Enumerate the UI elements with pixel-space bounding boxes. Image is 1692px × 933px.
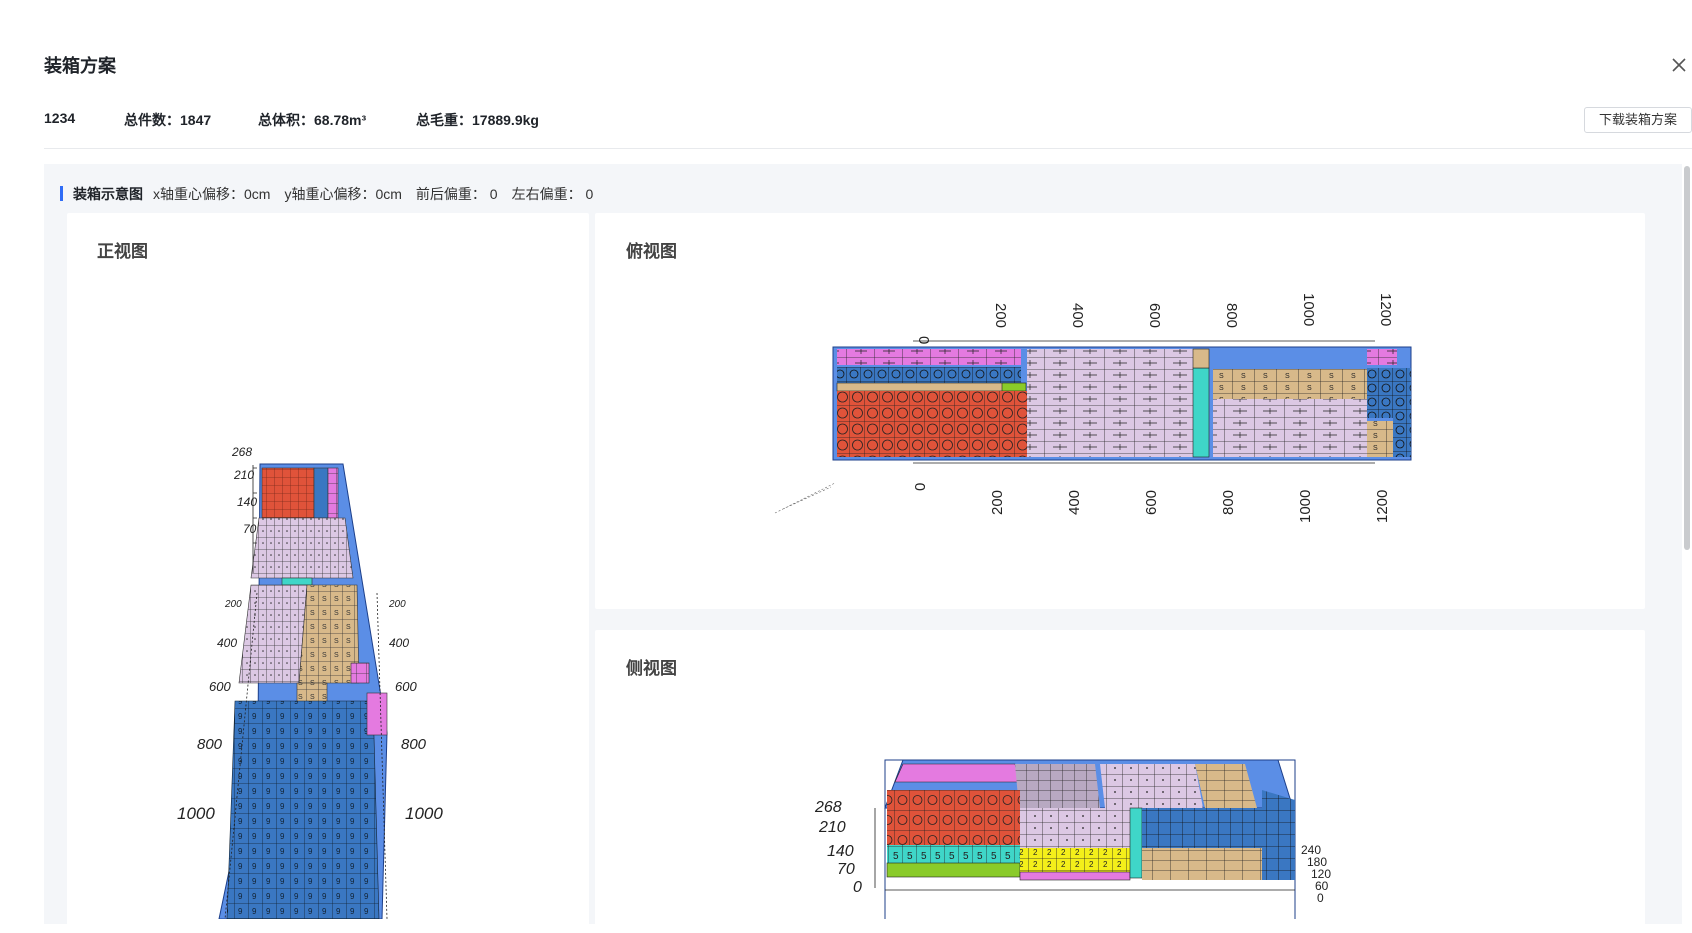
top-axis-tick-400: 400 <box>1069 303 1086 328</box>
side-tick-268: 268 <box>814 799 842 816</box>
bottom-axis-tick-0: 0 <box>912 483 929 491</box>
header-divider <box>44 148 1692 149</box>
front-tick-268: 268 <box>231 445 252 459</box>
bottom-axis-tick-800: 800 <box>1220 490 1237 515</box>
top-axis-tick-1200: 1200 <box>1377 293 1394 326</box>
total-pieces: 总件数：1847 <box>124 112 212 128</box>
y-offset: y轴重心偏移：0cm <box>284 186 402 202</box>
side-tick-210: 210 <box>818 819 846 836</box>
scrollbar-thumb[interactable] <box>1684 166 1690 550</box>
accent-bar <box>60 186 63 201</box>
x-offset: x轴重心偏移：0cm <box>153 186 271 202</box>
bottom-axis-tick-400: 400 <box>1066 490 1083 515</box>
front-left-tick-200: 200 <box>224 599 242 610</box>
top-length-labels-bottom: 0 200 400 600 800 1000 1200 <box>912 483 1391 523</box>
front-right-tick-800: 800 <box>401 736 427 753</box>
front-view-diagram: S 9 268 210 140 70 200 400 600 800 1000 … <box>177 445 443 919</box>
front-left-tick-800: 800 <box>197 736 223 753</box>
total-volume: 总体积：68.78m³ <box>258 112 367 128</box>
side-tick-140: 140 <box>827 843 854 860</box>
front-tick-70: 70 <box>243 522 257 536</box>
top-axis-tick-800: 800 <box>1223 303 1240 328</box>
front-length-labels-right: 200 400 600 800 1000 <box>388 599 443 823</box>
top-axis-tick-200: 200 <box>992 303 1009 328</box>
front-left-tick-400: 400 <box>217 636 237 650</box>
bottom-axis-tick-600: 600 <box>1143 490 1160 515</box>
front-right-tick-1000: 1000 <box>405 804 443 823</box>
side-tick-0: 0 <box>853 879 862 896</box>
diagram-section-heading: 装箱示意图 x轴重心偏移：0cm y轴重心偏移：0cm 前后偏重： 0 左右偏重： 0 <box>60 184 607 204</box>
front-right-tick-400: 400 <box>389 636 409 650</box>
plan-id: 1234 <box>44 110 76 126</box>
front-back-bias: 前后偏重： 0 <box>415 186 498 202</box>
gross-weight: 总毛重：17889.9kg <box>416 112 539 128</box>
bottom-axis-tick-1200: 1200 <box>1374 490 1391 523</box>
bottom-axis-tick-1000: 1000 <box>1297 490 1314 523</box>
top-axis-tick-0: 0 <box>915 336 932 344</box>
download-plan-button[interactable]: 下载装箱方案 <box>1584 107 1692 133</box>
side-width-labels: 240 180 120 60 0 <box>1301 843 1331 905</box>
top-axis-tick-1000: 1000 <box>1300 293 1317 326</box>
side-height-labels: 268 210 140 70 0 <box>814 799 862 896</box>
front-right-tick-200: 200 <box>388 599 406 610</box>
side-width-tick-0: 0 <box>1317 891 1324 905</box>
side-view-diagram: 5 2 268 210 140 70 0 240 180 120 60 0 <box>814 759 1331 919</box>
section-title: 装箱示意图 <box>73 186 143 202</box>
top-length-labels-top: 0 200 400 600 800 1000 1200 <box>915 293 1394 344</box>
top-axis-tick-600: 600 <box>1146 303 1163 328</box>
bottom-axis-tick-200: 200 <box>989 490 1006 515</box>
side-tick-70: 70 <box>837 861 855 878</box>
close-icon[interactable] <box>1670 56 1688 74</box>
front-tick-210: 210 <box>233 468 254 482</box>
top-view-diagram: S 0 200 400 600 800 1000 1200 0 200 400 … <box>774 293 1412 523</box>
front-tick-140: 140 <box>237 495 257 509</box>
left-right-bias: 左右偏重： 0 <box>511 186 594 202</box>
front-right-tick-600: 600 <box>395 679 417 694</box>
front-left-tick-1000: 1000 <box>177 804 215 823</box>
dialog-title: 装箱方案 <box>44 56 116 76</box>
front-left-tick-600: 600 <box>209 679 231 694</box>
